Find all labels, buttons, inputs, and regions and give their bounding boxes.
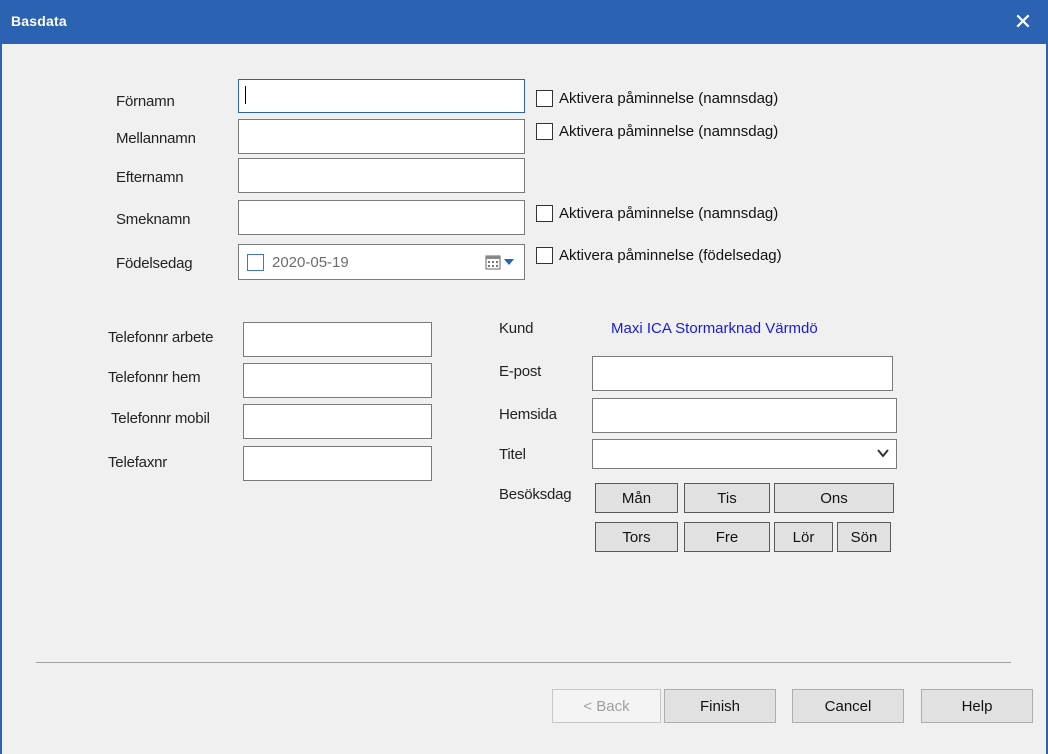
finish-button[interactable]: Finish (664, 689, 776, 723)
telefon-hem-label: Telefonnr hem (108, 369, 201, 386)
besoksdag-label: Besöksdag (499, 486, 572, 503)
epost-label: E-post (499, 363, 542, 380)
day-button-tors[interactable]: Tors (595, 522, 678, 552)
fodelsedag-label: Födelsedag (116, 255, 193, 272)
day-button-tis[interactable]: Tis (684, 483, 770, 513)
day-button-son[interactable]: Sön (837, 522, 891, 552)
efternamn-label: Efternamn (116, 169, 184, 186)
date-value: 2020-05-19 (272, 254, 349, 271)
window-title: Basdata (11, 13, 67, 29)
telefax-input[interactable] (243, 446, 432, 481)
telefon-arbete-input[interactable] (243, 322, 432, 357)
title-bar: Basdata ✕ (0, 0, 1048, 44)
close-icon[interactable]: ✕ (1006, 6, 1040, 38)
fodelsedag-datepicker[interactable]: 2020-05-19 (238, 244, 525, 280)
footer-separator (36, 662, 1011, 663)
window-border-left (0, 44, 2, 754)
mellannamn-label: Mellannamn (116, 130, 196, 147)
reminder-smeknamn-label: Aktivera påminnelse (namnsdag) (559, 205, 779, 222)
day-button-lor[interactable]: Lör (774, 522, 833, 552)
reminder-fodelsedag-label: Aktivera påminnelse (födelsedag) (559, 247, 782, 264)
help-button[interactable]: Help (921, 689, 1033, 723)
cancel-button[interactable]: Cancel (792, 689, 904, 723)
smeknamn-input[interactable] (238, 200, 525, 235)
mellannamn-input[interactable] (238, 119, 525, 154)
reminder-mellannamn-checkbox[interactable] (536, 123, 553, 140)
titel-label: Titel (499, 446, 526, 463)
titel-select[interactable] (592, 439, 897, 469)
kund-label: Kund (499, 320, 534, 337)
day-button-man[interactable]: Mån (595, 483, 678, 513)
date-enable-checkbox[interactable] (247, 254, 264, 271)
reminder-fornamn-checkbox[interactable] (536, 90, 553, 107)
day-button-fre[interactable]: Fre (684, 522, 770, 552)
reminder-fodelsedag-checkbox[interactable] (536, 247, 553, 264)
back-button[interactable]: < Back (552, 689, 661, 723)
fornamn-label: Förnamn (116, 93, 175, 110)
fornamn-input[interactable] (238, 79, 525, 113)
date-dropdown-arrow-icon[interactable] (504, 259, 514, 265)
day-button-ons[interactable]: Ons (774, 483, 894, 513)
kund-link[interactable]: Maxi ICA Stormarknad Värmdö (611, 320, 818, 337)
calendar-icon[interactable] (485, 254, 501, 270)
text-caret (245, 86, 246, 104)
reminder-fornamn-label: Aktivera påminnelse (namnsdag) (559, 90, 779, 107)
telefon-arbete-label: Telefonnr arbete (108, 329, 214, 346)
telefon-mobil-label: Telefonnr mobil (111, 410, 210, 427)
smeknamn-label: Smeknamn (116, 211, 191, 228)
chevron-down-icon (877, 449, 889, 458)
hemsida-input[interactable] (592, 398, 897, 433)
reminder-smeknamn-checkbox[interactable] (536, 205, 553, 222)
epost-input[interactable] (592, 356, 893, 391)
hemsida-label: Hemsida (499, 406, 557, 423)
telefon-hem-input[interactable] (243, 363, 432, 398)
telefon-mobil-input[interactable] (243, 404, 432, 439)
efternamn-input[interactable] (238, 158, 525, 193)
telefax-label: Telefaxnr (108, 454, 168, 471)
reminder-mellannamn-label: Aktivera påminnelse (namnsdag) (559, 123, 779, 140)
